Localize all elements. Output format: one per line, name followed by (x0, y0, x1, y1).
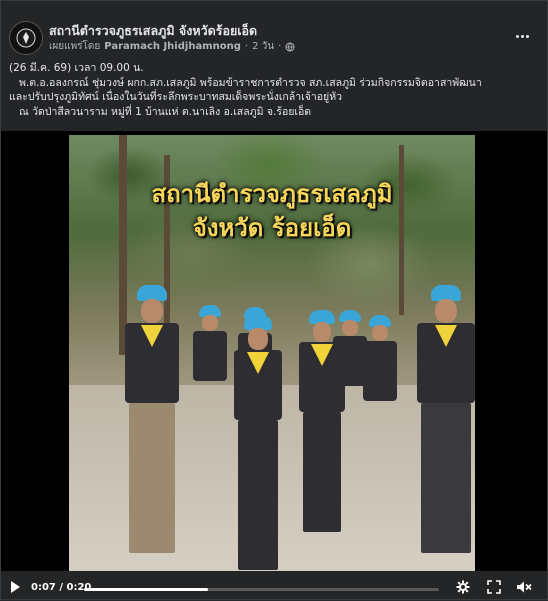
video-player[interactable]: สถานีตำรวจภูธรเสลภูมิ จังหวัด ร้อยเอ็ด (1, 131, 547, 571)
overlay-title-line: จังหวัด ร้อยเอ็ด (192, 213, 352, 242)
more-dots-icon (515, 34, 519, 38)
mute-button[interactable] (516, 579, 532, 595)
video-time: 0:07 / 0:20 (31, 582, 91, 593)
current-time: 0:07 (31, 582, 56, 593)
page-name-link[interactable]: สถานีตำรวจภูธรเสลภูมิ จังหวัดร้อยเอ็ด (49, 21, 257, 41)
post-header: สถานีตำรวจภูธรเสลภูมิ จังหวัดร้อยเอ็ด เผ… (9, 19, 541, 59)
tree-trunk (119, 135, 127, 355)
author-link[interactable]: Paramach Jhidjhamnong (104, 41, 241, 52)
separator-dot: · (244, 41, 249, 52)
settings-button[interactable] (455, 579, 471, 595)
facebook-video-post: สถานีตำรวจภูธรเสลภูมิ จังหวัดร้อยเอ็ด เผ… (0, 0, 548, 600)
video-overlay-title: สถานีตำรวจภูธรเสลภูมิ จังหวัด ร้อยเอ็ด (69, 177, 475, 245)
expand-icon (487, 580, 501, 594)
fullscreen-button[interactable] (486, 579, 502, 595)
page-avatar[interactable] (9, 21, 43, 55)
globe-icon (285, 42, 295, 51)
video-progress-fill (84, 588, 209, 591)
more-dots-icon (520, 34, 524, 38)
post-text-line: พ.ต.อ.อลงกรณ์ ชุ่มวงษ์ ผกก.สภ.เสลภูมิ พร… (19, 76, 482, 89)
play-button[interactable] (11, 581, 20, 593)
post-time-link[interactable]: 2 วัน (252, 39, 274, 54)
video-frame[interactable]: สถานีตำรวจภูธรเสลภูมิ จังหวัด ร้อยเอ็ด (69, 135, 475, 571)
post-text-line: ณ วัดป่าสีลวนาราม หมู่ที่ 1 บ้านแห่ ต.นา… (19, 105, 312, 118)
post-meta: เผยแพร่โดย Paramach Jhidjhamnong · 2 วัน… (49, 39, 295, 54)
post-text-line: และปรับปรุงภูมิทัศน์ เนื่องในวันที่ระลึก… (9, 91, 343, 103)
gear-icon (456, 580, 470, 594)
overlay-title-line: สถานีตำรวจภูธรเสลภูมิ (151, 179, 393, 208)
post-text-line-date: (26 มี.ค. 69) เวลา 09.00 น. (9, 62, 144, 74)
speaker-muted-icon (517, 581, 532, 593)
published-by-label: เผยแพร่โดย (49, 41, 101, 52)
video-controls: 0:07 / 0:20 (1, 573, 547, 601)
more-options-button[interactable] (511, 25, 533, 47)
separator-dot: · (278, 41, 282, 52)
video-progress-bar[interactable] (84, 588, 439, 591)
post-body-text: (26 มี.ค. 69) เวลา 09.00 น. พ.ต.อ.อลงกรณ… (9, 61, 541, 119)
time-separator: / (59, 582, 64, 593)
police-emblem-icon (16, 28, 36, 48)
more-dots-icon (525, 34, 529, 38)
